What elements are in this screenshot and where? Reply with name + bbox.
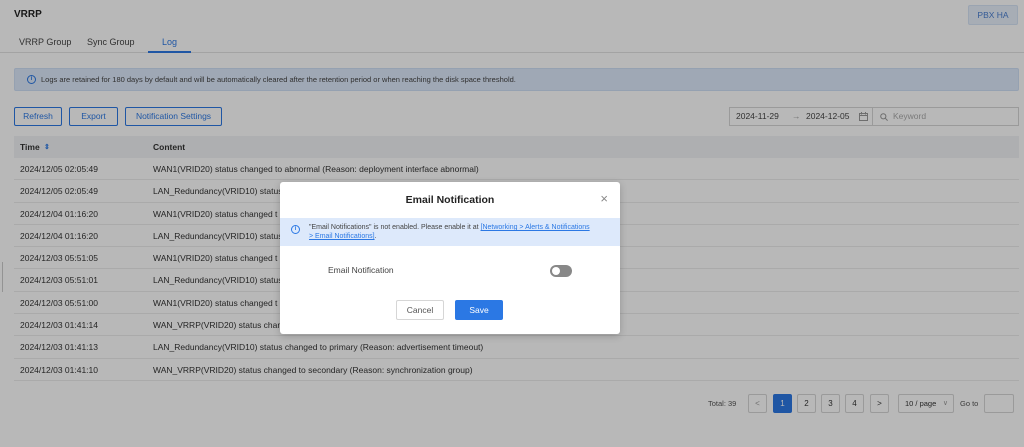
email-notification-modal: Email Notification × i "Email Notificati… [280, 182, 620, 334]
email-notification-toggle[interactable] [550, 265, 572, 277]
toggle-knob [552, 267, 560, 275]
close-icon[interactable]: × [600, 191, 608, 206]
alert-text-prefix: "Email Notifications" is not enabled. Pl… [309, 224, 481, 231]
cancel-button[interactable]: Cancel [396, 300, 444, 320]
save-button[interactable]: Save [455, 300, 503, 320]
modal-alert: i "Email Notifications" is not enabled. … [280, 218, 620, 246]
email-notification-label: Email Notification [328, 265, 394, 275]
info-icon: i [291, 225, 300, 234]
alert-text-suffix: . [374, 233, 377, 240]
modal-title: Email Notification [405, 194, 495, 206]
